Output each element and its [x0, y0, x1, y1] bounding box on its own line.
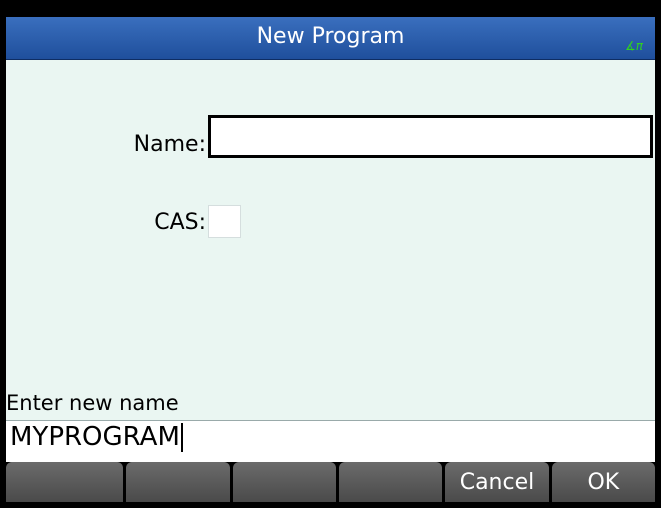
form-area: Name: CAS:	[6, 60, 655, 391]
entry-line[interactable]: MYPROGRAM	[6, 420, 655, 462]
ok-button[interactable]: OK	[551, 462, 655, 502]
cancel-button[interactable]: Cancel	[445, 462, 549, 502]
text-cursor	[180, 422, 183, 452]
softkey-3[interactable]	[232, 462, 336, 502]
prompt-text: Enter new name	[6, 391, 179, 415]
name-label: Name:	[133, 132, 206, 157]
entry-value: MYPROGRAM	[10, 422, 180, 452]
softkey-2[interactable]	[126, 462, 230, 502]
prompt-area: Enter new name	[6, 391, 655, 420]
entry-text: MYPROGRAM	[10, 422, 183, 452]
angle-mode-indicator: ∡π	[625, 39, 643, 53]
softkey-1[interactable]	[6, 462, 124, 502]
cas-label: CAS:	[154, 210, 206, 235]
softkey-4[interactable]	[338, 462, 443, 502]
cas-checkbox[interactable]	[208, 205, 241, 238]
title-bar: New Program ∡π	[6, 17, 655, 60]
name-input[interactable]	[208, 115, 653, 158]
page-title: New Program	[256, 24, 405, 49]
softkey-bar: Cancel OK	[6, 462, 655, 504]
